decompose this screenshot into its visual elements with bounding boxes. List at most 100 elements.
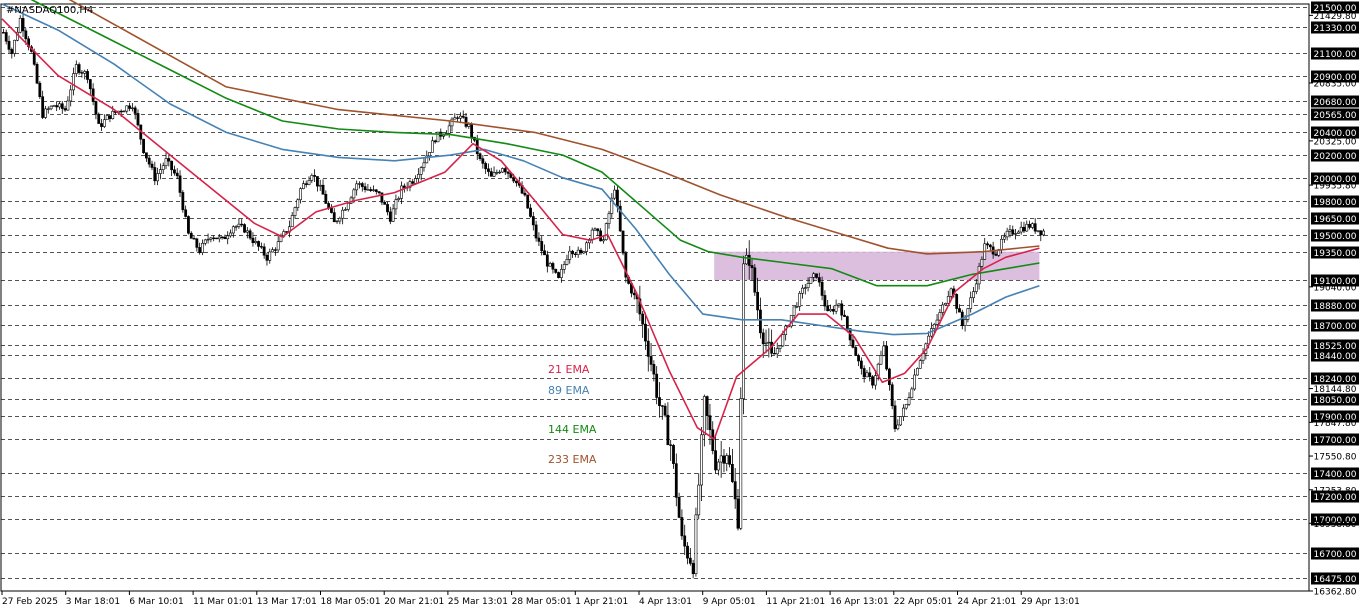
legend-label: 233 EMA xyxy=(548,453,597,466)
candle-body xyxy=(459,115,462,119)
candle-body xyxy=(759,309,762,334)
candle-body xyxy=(69,89,73,102)
candle-body xyxy=(430,140,434,153)
chart-title: #NASDAQ100,H4 xyxy=(6,5,93,16)
legend-label: 89 EMA xyxy=(548,384,590,397)
candle-body xyxy=(416,174,420,179)
candle-body xyxy=(859,360,863,369)
candle-body xyxy=(773,352,776,355)
time-label: 22 Apr 05:01 xyxy=(894,597,953,607)
candle-body xyxy=(815,273,818,278)
candle-body xyxy=(554,268,558,273)
candle-body xyxy=(237,223,241,227)
candle-body xyxy=(130,107,134,109)
candle-body xyxy=(55,105,59,108)
candle-body xyxy=(108,115,112,119)
candle-body xyxy=(966,308,970,320)
candle-body xyxy=(467,124,471,127)
candle-body xyxy=(147,157,151,165)
candle-body xyxy=(366,189,370,191)
candle-body xyxy=(778,345,782,349)
candle-body xyxy=(273,249,277,251)
candle-body xyxy=(195,238,199,248)
candle-body xyxy=(672,445,675,464)
candle-body xyxy=(206,238,210,241)
price-chart[interactable]: 21 EMA89 EMA144 EMA233 EMA 21500.0021330… xyxy=(0,0,1362,611)
candle-body xyxy=(593,228,597,231)
candle-body xyxy=(686,545,689,559)
candle-body xyxy=(173,169,176,174)
candle-body xyxy=(501,168,504,173)
candle-body xyxy=(442,134,445,137)
candle-body xyxy=(899,416,903,426)
candle-body xyxy=(910,388,914,398)
candle-body xyxy=(1025,223,1029,232)
candle-body xyxy=(969,297,973,309)
price-label-plain: 20835.00 xyxy=(1314,79,1357,89)
candle-body xyxy=(512,177,516,182)
price-label-plain: 20325.00 xyxy=(1314,137,1357,147)
candle-body xyxy=(980,259,984,267)
price-label: 16475.00 xyxy=(1314,575,1357,585)
price-label: 16700.00 xyxy=(1314,550,1357,560)
candle-body xyxy=(88,79,92,90)
candle-body xyxy=(310,175,314,181)
candle-body xyxy=(1019,226,1023,233)
candle-body xyxy=(461,115,465,118)
candle-body xyxy=(18,17,22,33)
candle-body xyxy=(974,283,978,292)
candle-body xyxy=(658,397,661,406)
candle-body xyxy=(543,250,546,256)
candle-body xyxy=(293,207,297,216)
candle-body xyxy=(304,183,308,185)
candle-body xyxy=(809,276,813,284)
candle-body xyxy=(834,304,838,312)
candle-body xyxy=(1030,223,1034,228)
candle-body xyxy=(369,189,373,191)
candle-body xyxy=(63,108,67,111)
candle-body xyxy=(94,101,98,115)
candle-body xyxy=(902,407,905,417)
candle-body xyxy=(478,153,482,159)
candle-body xyxy=(153,167,157,182)
candle-body xyxy=(557,272,560,278)
candle-body xyxy=(868,372,872,377)
candle-body xyxy=(840,303,844,316)
candle-body xyxy=(231,226,235,234)
candle-body xyxy=(711,429,715,451)
candle-body xyxy=(80,72,84,74)
candle-body xyxy=(523,192,527,196)
candle-body xyxy=(571,250,574,255)
candle-body xyxy=(885,345,888,370)
legend-label: 21 EMA xyxy=(548,363,590,376)
candle-body xyxy=(7,40,11,50)
candle-body xyxy=(321,184,325,195)
candle-body xyxy=(489,171,493,177)
price-label-plain: 19040.00 xyxy=(1314,283,1357,293)
candle-body xyxy=(60,103,64,109)
candle-body xyxy=(1039,230,1043,236)
candle-body xyxy=(243,224,246,233)
candle-body xyxy=(744,254,748,265)
candle-body xyxy=(691,563,695,575)
candle-body xyxy=(694,514,698,575)
price-label: 19350.00 xyxy=(1314,249,1357,259)
candle-body xyxy=(865,372,869,378)
candle-body xyxy=(677,497,681,518)
candle-body xyxy=(812,273,816,278)
candle-body xyxy=(573,253,577,255)
candle-body xyxy=(492,172,496,177)
time-label: 27 Feb 2025 xyxy=(2,597,58,607)
time-label: 6 Mar 10:01 xyxy=(129,597,183,607)
candle-body xyxy=(66,100,70,111)
candle-body xyxy=(652,364,656,375)
candle-body xyxy=(324,193,328,204)
candle-body xyxy=(938,312,942,321)
candle-body xyxy=(879,355,883,365)
candle-body xyxy=(1011,229,1015,235)
candle-body xyxy=(86,71,89,80)
candle-body xyxy=(537,237,541,242)
candle-body xyxy=(801,287,804,294)
candle-body xyxy=(1028,223,1031,228)
chart-root[interactable]: 21 EMA 89 EMA 144 EMA 233 EMA 21500.00 21330… xyxy=(0,0,1362,611)
